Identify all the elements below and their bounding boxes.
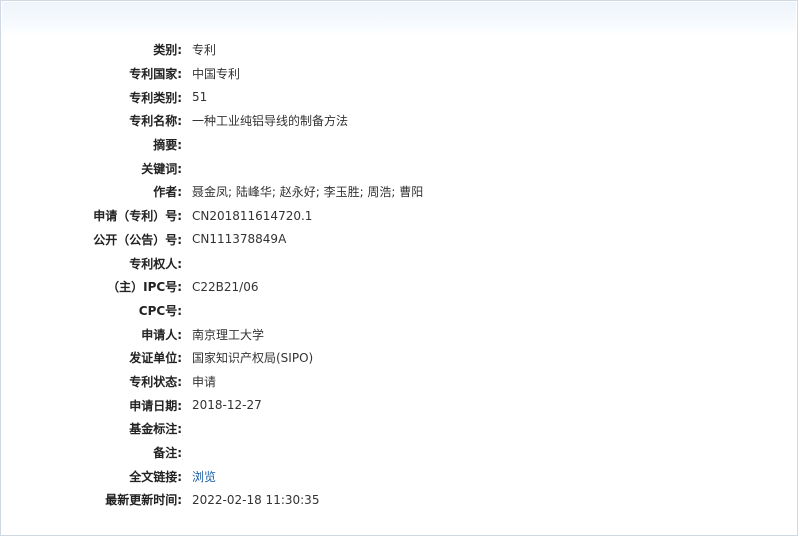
row-patentee: 专利权人: <box>1 251 797 275</box>
ipc-label: （主）IPC号: <box>107 280 182 295</box>
ipc-value: C22B21/06 <box>192 279 259 294</box>
row-remarks: 备注: <box>1 441 797 465</box>
application-date-value: 2018-12-27 <box>192 398 262 413</box>
authors-value: 聂金凤; 陆峰华; 赵永好; 李玉胜; 周浩; 曹阳 <box>192 185 424 200</box>
application-number-value: CN201811614720.1 <box>192 208 313 223</box>
remarks-value <box>192 441 797 465</box>
last-updated-value: 2022-02-18 11:30:35 <box>192 492 320 507</box>
application-date-label: 申请日期: <box>129 398 182 413</box>
patent-status-label: 专利状态: <box>129 374 182 389</box>
remarks-label: 备注: <box>153 446 182 461</box>
row-keywords: 关键词: <box>1 156 797 180</box>
row-publication-number: 公开（公告）号: CN111378849A <box>1 228 797 252</box>
cpc-value <box>192 299 797 323</box>
authors-label: 作者: <box>153 185 182 200</box>
row-last-updated: 最新更新时间: 2022-02-18 11:30:35 <box>1 488 797 512</box>
row-patent-status: 专利状态: 申请 <box>1 370 797 394</box>
abstract-label: 摘要: <box>153 138 182 153</box>
row-patent-country: 专利国家: 中国专利 <box>1 62 797 86</box>
row-abstract: 摘要: <box>1 133 797 157</box>
row-patent-title: 专利名称: 一种工业纯铝导线的制备方法 <box>1 109 797 133</box>
applicant-value: 南京理工大学 <box>192 327 265 342</box>
row-authors: 作者: 聂金凤; 陆峰华; 赵永好; 李玉胜; 周浩; 曹阳 <box>1 180 797 204</box>
row-applicant: 申请人: 南京理工大学 <box>1 322 797 346</box>
patentee-label: 专利权人: <box>129 256 182 271</box>
cpc-label: CPC号: <box>138 303 182 318</box>
row-ipc: （主）IPC号: C22B21/06 <box>1 275 797 299</box>
browse-link[interactable]: 浏览 <box>192 470 216 484</box>
row-patent-type: 专利类别: 51 <box>1 85 797 109</box>
patent-country-label: 专利国家: <box>129 67 182 82</box>
publication-number-value: CN111378849A <box>192 232 287 247</box>
record-panel: 类别: 专利 专利国家: 中国专利 专利类别: 51 专利名称: 一种工业纯铝导… <box>0 0 798 536</box>
fulltext-link-cell: 浏览 <box>192 464 797 488</box>
patent-title-label: 专利名称: <box>129 114 182 129</box>
row-application-date: 申请日期: 2018-12-27 <box>1 393 797 417</box>
issuing-authority-value: 国家知识产权局(SIPO) <box>192 351 314 366</box>
patent-type-label: 专利类别: <box>129 90 182 105</box>
category-label: 类别: <box>153 43 182 58</box>
application-number-label: 申请（专利）号: <box>93 209 182 224</box>
abstract-value <box>192 133 797 157</box>
patentee-value <box>192 251 797 275</box>
issuing-authority-label: 发证单位: <box>129 351 182 366</box>
applicant-label: 申请人: <box>141 327 182 342</box>
panel-header-gradient <box>2 2 796 36</box>
row-cpc: CPC号: <box>1 299 797 323</box>
row-fulltext-link: 全文链接: 浏览 <box>1 464 797 488</box>
keywords-label: 关键词: <box>141 161 182 176</box>
fund-label: 基金标注: <box>129 422 182 437</box>
row-application-number: 申请（专利）号: CN201811614720.1 <box>1 204 797 228</box>
fulltext-link-label: 全文链接: <box>129 469 182 484</box>
keywords-value <box>192 156 797 180</box>
patent-country-value: 中国专利 <box>192 67 241 82</box>
patent-status-value: 申请 <box>192 374 217 389</box>
row-fund: 基金标注: <box>1 417 797 441</box>
patent-info-table: 类别: 专利 专利国家: 中国专利 专利类别: 51 专利名称: 一种工业纯铝导… <box>1 38 797 512</box>
row-category: 类别: 专利 <box>1 38 797 62</box>
patent-title-value: 一种工业纯铝导线的制备方法 <box>192 114 349 129</box>
fund-value <box>192 417 797 441</box>
publication-number-label: 公开（公告）号: <box>93 232 182 247</box>
row-issuing-authority: 发证单位: 国家知识产权局(SIPO) <box>1 346 797 370</box>
patent-type-value: 51 <box>192 90 208 105</box>
category-value: 专利 <box>192 43 217 58</box>
last-updated-label: 最新更新时间: <box>105 493 182 508</box>
